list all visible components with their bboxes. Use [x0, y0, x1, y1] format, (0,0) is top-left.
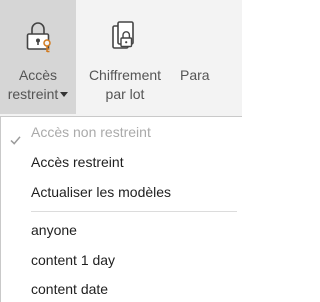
template-label: content 1 day [31, 252, 116, 268]
restricted-access-dropdown: Accès non restreint Accès restreint Actu… [0, 116, 242, 302]
menu-item-template[interactable]: content date [1, 274, 241, 302]
restricted-access-line1: Accès [18, 67, 58, 83]
restricted-access-line2: restreint [7, 86, 59, 102]
template-label: anyone [31, 222, 77, 238]
restricted-access-label: Accès restreint [0, 66, 76, 104]
checkmark-icon [10, 126, 21, 145]
copy-lock-icon [109, 20, 139, 54]
batch-encrypt-button[interactable]: Chiffrement par lot [76, 0, 174, 114]
ribbon: Accès restreint Chiffrement par lot Para [0, 0, 242, 118]
batch-encrypt-line2: par lot [105, 86, 145, 102]
menu-item-restricted-access[interactable]: Accès restreint [1, 147, 241, 177]
menu-separator [31, 211, 237, 212]
menu-item-refresh-templates[interactable]: Actualiser les modèles [1, 177, 241, 207]
batch-encrypt-label: Chiffrement par lot [76, 66, 174, 104]
menu-item-template[interactable]: anyone [1, 215, 241, 245]
menu-item-template[interactable]: content 1 day [1, 245, 241, 275]
batch-encrypt-line1: Chiffrement [88, 67, 162, 83]
template-label: content date [31, 281, 109, 297]
chevron-down-icon [60, 91, 69, 97]
menu-item-label: Accès non restreint [31, 124, 151, 140]
menu-item-label: Accès restreint [31, 154, 124, 170]
parameters-label: Para [180, 67, 210, 83]
parameters-button[interactable]: Para [174, 0, 242, 114]
restricted-access-button[interactable]: Accès restreint [0, 0, 76, 114]
lock-user-icon [23, 20, 53, 54]
menu-item-unrestricted-access[interactable]: Accès non restreint [1, 117, 241, 147]
menu-item-label: Actualiser les modèles [31, 184, 172, 200]
